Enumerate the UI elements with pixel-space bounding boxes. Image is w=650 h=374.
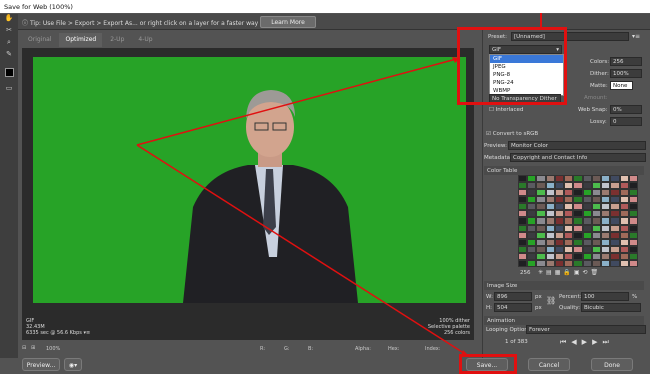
- arrow-to-format-line: [136, 57, 461, 146]
- arrow-to-save-head: [461, 350, 470, 357]
- arrow-to-save-line: [136, 144, 471, 358]
- annotation-arrows: [136, 57, 471, 358]
